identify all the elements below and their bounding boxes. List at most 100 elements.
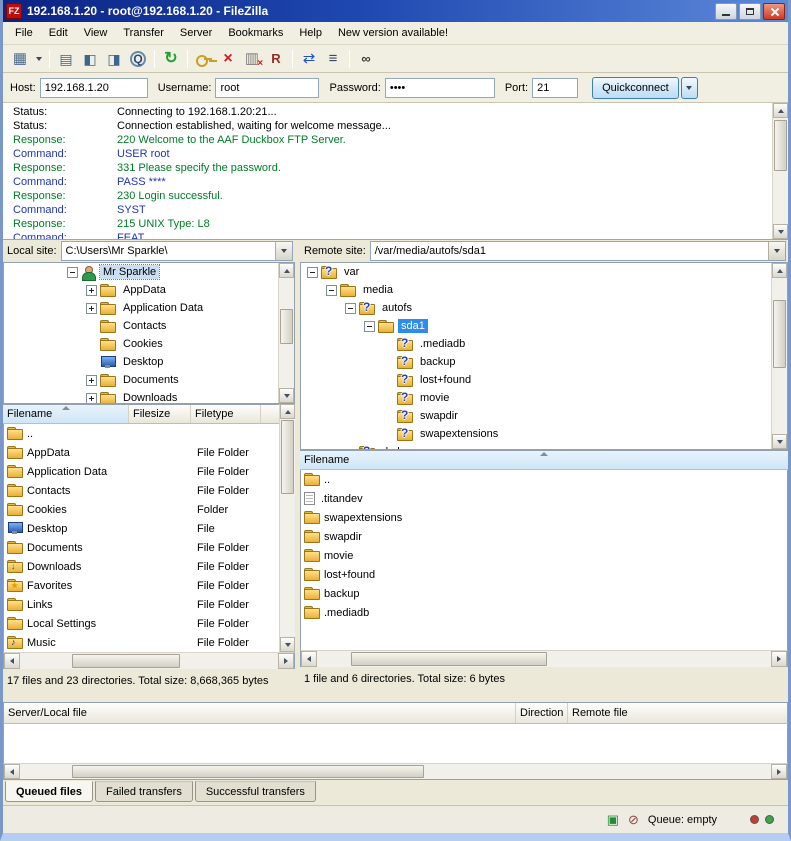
tab-queued-files[interactable]: Queued files [5,781,93,802]
file-row[interactable]: movie [301,546,787,565]
file-row[interactable]: DownloadsFile Folder [4,557,278,576]
combo-dropdown-button[interactable] [275,242,292,260]
tree-item[interactable]: media [301,281,787,299]
site-manager-dropdown[interactable] [32,48,45,70]
remote-tree-toggle-icon[interactable]: ◨ [102,48,126,70]
file-row[interactable]: .mediadb [301,603,787,622]
column-header-server-local-file[interactable]: Server/Local file [4,703,516,723]
scrollbar-thumb[interactable] [281,420,294,494]
scroll-up-button[interactable] [279,263,294,278]
tree-item[interactable]: .mediadb [301,335,787,353]
tree-item[interactable]: autofs [301,299,787,317]
file-row[interactable]: .. [4,424,278,443]
scroll-up-button[interactable] [773,103,788,118]
local-tree-toggle-icon[interactable]: ◧ [78,48,102,70]
tree-item[interactable]: dvd [301,443,787,450]
log-scrollbar[interactable] [772,103,788,239]
expand-toggle[interactable] [86,375,97,386]
scroll-down-button[interactable] [279,388,294,403]
tab-failed-transfers[interactable]: Failed transfers [95,781,193,802]
file-row[interactable]: lost+found [301,565,787,584]
scroll-up-button[interactable] [772,263,787,278]
tree-item[interactable]: swapextensions [301,425,787,443]
site-manager-icon[interactable]: ▦ [8,48,32,70]
cancel-icon[interactable]: × [216,48,240,70]
refresh-icon[interactable]: ↻ [159,48,183,70]
file-row[interactable]: swapdir [301,527,787,546]
column-header-filetype[interactable]: Filetype [191,405,261,423]
scrollbar-thumb[interactable] [773,300,786,369]
menu-server[interactable]: Server [172,24,220,42]
menu-edit[interactable]: Edit [41,24,76,42]
sync-status-icon[interactable]: ▣ [607,813,619,826]
column-header-filename[interactable]: Filename [3,405,129,423]
tree-item-sda1[interactable]: sda1 [301,317,787,335]
tree-item[interactable]: Cookies [4,335,294,353]
local-site-combo[interactable]: C:\Users\Mr Sparkle\ [61,241,293,261]
tree-item[interactable]: Contacts [4,317,294,335]
titlebar[interactable]: FZ 192.168.1.20 - root@192.168.1.20 - Fi… [3,0,788,22]
port-input[interactable] [532,78,578,98]
queue-hscrollbar[interactable] [3,763,788,780]
scrollbar-thumb[interactable] [72,654,180,668]
reconnect-icon[interactable]: R [264,48,288,70]
scroll-up-button[interactable] [280,404,295,419]
file-row[interactable]: DesktopFile [4,519,278,538]
file-row[interactable]: .titandev [301,489,787,508]
tab-successful-transfers[interactable]: Successful transfers [195,781,316,802]
file-row[interactable]: backup [301,584,787,603]
scroll-down-button[interactable] [772,434,787,449]
combo-dropdown-button[interactable] [768,242,785,260]
scrollbar-thumb[interactable] [774,120,787,171]
file-row[interactable]: CookiesFolder [4,500,278,519]
scroll-left-button[interactable] [301,651,317,667]
scrollbar-thumb[interactable] [280,309,293,344]
local-tree-scrollbar[interactable] [278,263,294,403]
tree-item[interactable]: var [301,263,787,281]
disconnect-icon[interactable]: ▥ [240,48,264,70]
scrollbar-thumb[interactable] [351,652,547,666]
collapse-toggle[interactable] [326,285,337,296]
message-log-toggle-icon[interactable]: ▤ [54,48,78,70]
minimize-button[interactable] [715,3,737,20]
scroll-left-button[interactable] [4,764,20,779]
remote-tree-scrollbar[interactable] [771,263,787,449]
tree-item[interactable]: swapdir [301,407,787,425]
tree-item[interactable]: Application Data [4,299,294,317]
remote-site-combo[interactable]: /var/media/autofs/sda1 [370,241,786,261]
file-row[interactable]: Local SettingsFile Folder [4,614,278,633]
expand-toggle[interactable] [86,285,97,296]
file-row[interactable]: LinksFile Folder [4,595,278,614]
local-hscrollbar[interactable] [3,652,295,669]
local-list-scrollbar[interactable] [279,404,295,652]
find-files-icon[interactable]: ∞ [354,48,378,70]
scroll-down-button[interactable] [280,637,295,652]
queue-toggle-icon[interactable]: Q [126,48,150,70]
synchronized-browsing-icon[interactable]: ⇄ [297,48,321,70]
column-header-filename[interactable]: Filename [300,451,788,469]
collapse-toggle[interactable] [307,267,318,278]
directory-comparison-icon[interactable]: ≡ [321,48,345,70]
tree-item[interactable]: movie [301,389,787,407]
remote-hscrollbar[interactable] [300,650,788,667]
maximize-button[interactable] [739,3,761,20]
expand-toggle[interactable] [86,303,97,314]
menu-new-version[interactable]: New version available! [330,24,456,42]
tree-item[interactable]: Desktop [4,353,294,371]
menu-view[interactable]: View [76,24,116,42]
file-row[interactable]: .. [301,470,787,489]
scroll-right-button[interactable] [278,653,294,669]
tree-item[interactable]: lost+found [301,371,787,389]
column-header-remote-file[interactable]: Remote file [568,703,787,723]
speed-limits-icon[interactable]: ⊘ [628,813,639,826]
menu-file[interactable]: File [7,24,41,42]
collapse-toggle[interactable] [364,321,375,332]
menu-help[interactable]: Help [291,24,330,42]
file-row[interactable]: Application DataFile Folder [4,462,278,481]
column-header-filesize[interactable]: Filesize [129,405,191,423]
file-row[interactable]: ContactsFile Folder [4,481,278,500]
tree-item[interactable]: backup [301,353,787,371]
column-header-direction[interactable]: Direction [516,703,568,723]
scroll-right-button[interactable] [771,764,787,779]
collapse-toggle[interactable] [67,267,78,278]
